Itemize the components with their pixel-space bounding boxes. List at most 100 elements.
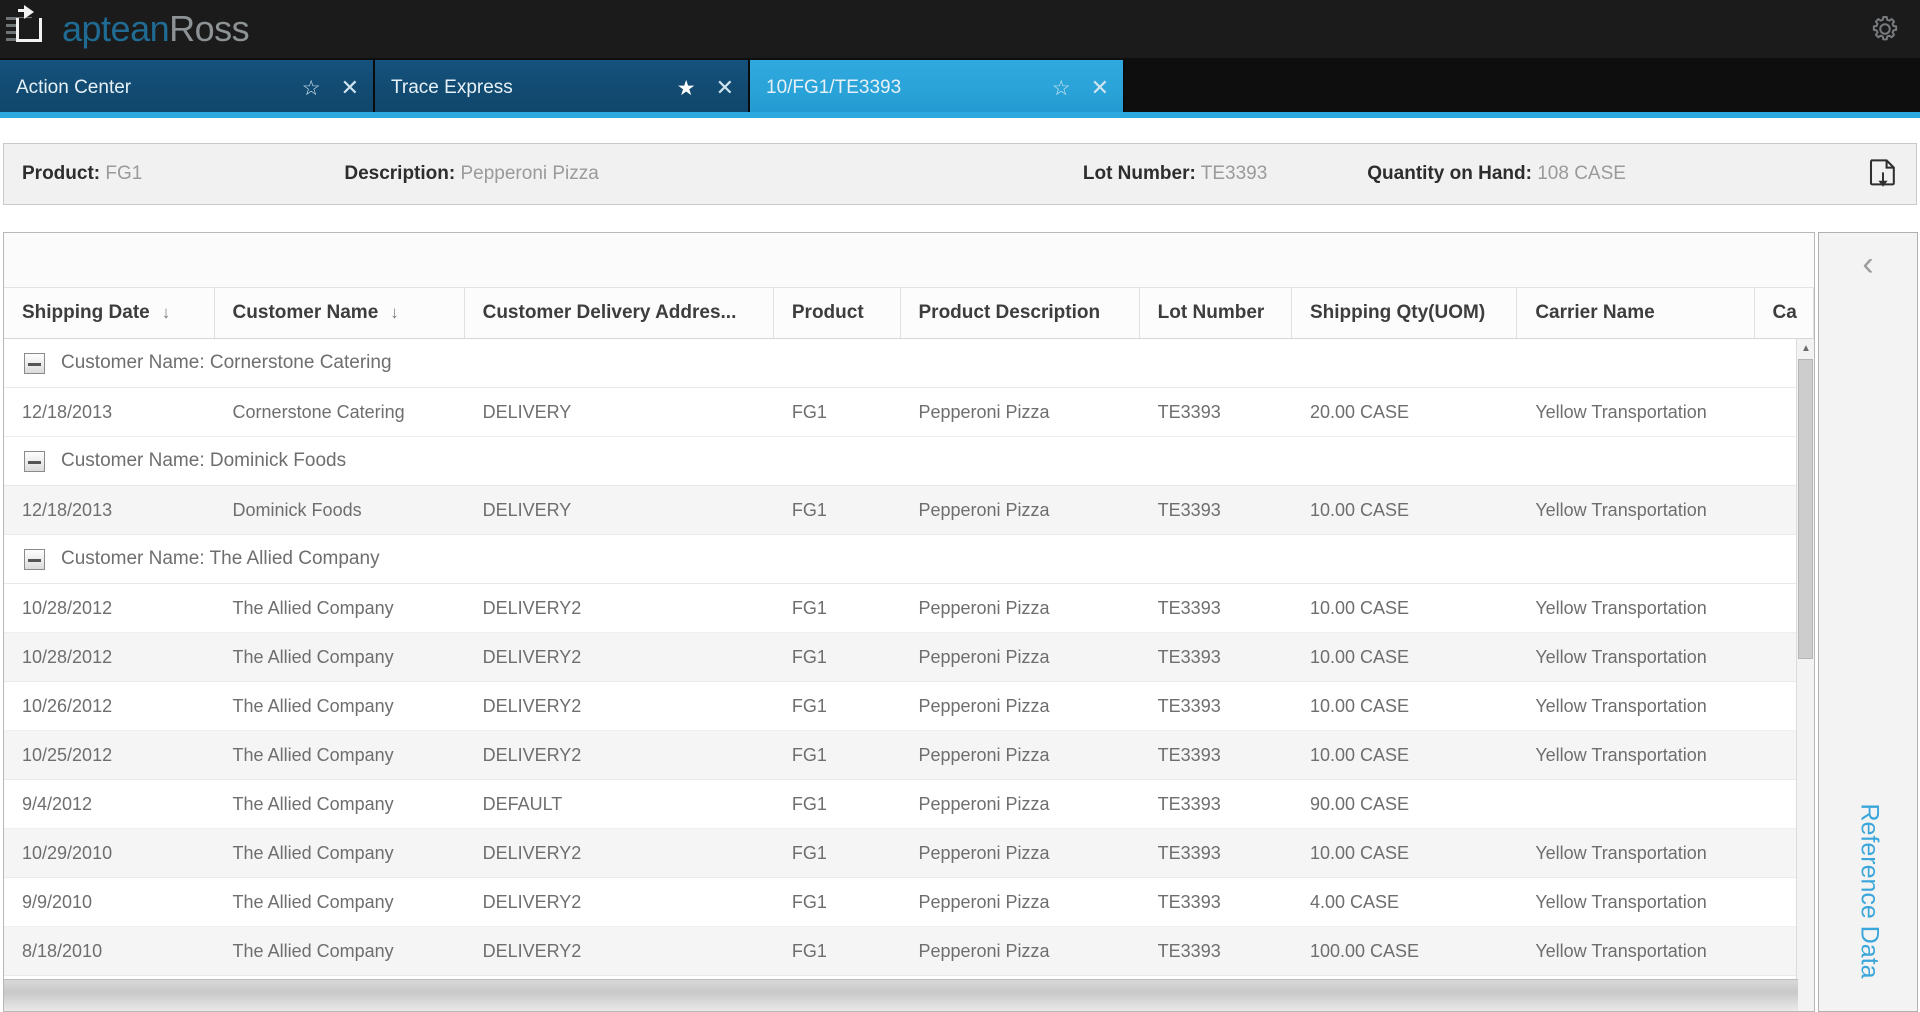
table-cell: DELIVERY2 [465, 731, 774, 779]
grid-vertical-scrollbar[interactable]: ▲ [1796, 339, 1814, 1011]
table-cell: 8/18/2010 [4, 927, 215, 975]
group-header-label: Customer Name: The Allied Company [61, 548, 380, 570]
table-row[interactable]: 9/9/2010The Allied CompanyDELIVERY2FG1Pe… [4, 878, 1814, 927]
table-row[interactable]: 10/25/2012The Allied CompanyDELIVERY2FG1… [4, 731, 1814, 780]
column-header-customer-delivery-address[interactable]: Customer Delivery Addres... [465, 288, 774, 338]
close-icon[interactable]: ✕ [341, 75, 359, 101]
grid-body: Customer Name: Cornerstone Catering 12/18… [4, 339, 1814, 1012]
description-label: Description: [344, 163, 455, 184]
group-header-row[interactable]: Customer Name: The Allied Company [4, 535, 1814, 584]
group-header-label: Customer Name: Cornerstone Catering [61, 352, 392, 374]
shipment-grid-panel: Shipping Date ↓ Customer Name ↓ Customer… [3, 232, 1815, 1012]
table-cell: Dominick Foods [215, 486, 465, 534]
table-cell: 100.00 CASE [1292, 927, 1517, 975]
column-header-customer-name[interactable]: Customer Name ↓ [215, 288, 465, 338]
lot-number-value: TE3393 [1201, 163, 1268, 184]
gear-icon[interactable] [1864, 8, 1906, 50]
star-icon[interactable]: ☆ [1052, 76, 1071, 101]
table-cell: Cornerstone Catering [215, 388, 465, 436]
table-cell: Pepperoni Pizza [900, 584, 1139, 632]
scrollbar-thumb[interactable] [1798, 359, 1813, 659]
lot-number-info: Lot Number: TE3393 [1083, 163, 1267, 185]
table-cell: 10/25/2012 [4, 731, 215, 779]
tab-action-center[interactable]: Action Center ☆ ✕ [0, 60, 375, 116]
star-icon[interactable]: ☆ [302, 76, 321, 101]
quantity-on-hand-value: 108 CASE [1537, 163, 1626, 184]
quantity-on-hand-label: Quantity on Hand: [1367, 163, 1532, 184]
table-cell: Pepperoni Pizza [900, 878, 1139, 926]
table-row[interactable]: 10/26/2012The Allied CompanyDELIVERY2FG1… [4, 682, 1814, 731]
table-cell: The Allied Company [215, 584, 465, 632]
table-cell: FG1 [774, 731, 901, 779]
collapse-group-icon[interactable] [24, 549, 45, 570]
table-cell: 10.00 CASE [1292, 486, 1517, 534]
column-header-shipping-qty[interactable]: Shipping Qty(UOM) [1292, 288, 1517, 338]
tab-label: Trace Express [391, 77, 633, 99]
column-header-label: Customer Name [233, 302, 379, 324]
group-header-row[interactable]: Customer Name: Cornerstone Catering [4, 339, 1814, 388]
close-icon[interactable]: ✕ [716, 75, 734, 101]
close-icon[interactable]: ✕ [1091, 75, 1109, 101]
reference-data-label[interactable]: Reference Data [1855, 803, 1884, 978]
table-row[interactable]: 8/18/2010The Allied CompanyDELIVERY2FG1P… [4, 927, 1814, 976]
collapse-group-icon[interactable] [24, 353, 45, 374]
table-cell: Yellow Transportation [1517, 731, 1754, 779]
scroll-up-icon[interactable]: ▲ [1797, 339, 1815, 357]
table-cell: 10/28/2012 [4, 584, 215, 632]
table-cell: 10/29/2010 [4, 829, 215, 877]
quantity-on-hand-info: Quantity on Hand: 108 CASE [1367, 163, 1626, 185]
table-cell: FG1 [774, 682, 901, 730]
table-cell: 12/18/2013 [4, 486, 215, 534]
table-row[interactable]: 12/18/2013Dominick FoodsDELIVERYFG1Peppe… [4, 486, 1814, 535]
table-row[interactable]: 10/29/2010The Allied CompanyDELIVERY2FG1… [4, 829, 1814, 878]
sort-descending-icon[interactable]: ↓ [390, 303, 399, 323]
table-cell: DELIVERY2 [465, 927, 774, 975]
column-header-label: Carrier Name [1535, 302, 1654, 324]
table-cell: TE3393 [1140, 584, 1292, 632]
chevron-left-icon[interactable]: ‹ [1862, 247, 1873, 281]
table-cell: Yellow Transportation [1517, 633, 1754, 681]
column-header-label: Ca [1773, 302, 1797, 324]
table-cell: The Allied Company [215, 878, 465, 926]
table-row[interactable]: 10/28/2012The Allied CompanyDELIVERY2FG1… [4, 584, 1814, 633]
tab-strip: Action Center ☆ ✕ Trace Express ★ ✕ 10/F… [0, 58, 1920, 116]
column-header-carrier-truncated[interactable]: Ca [1755, 288, 1814, 338]
table-cell: Yellow Transportation [1517, 682, 1754, 730]
table-cell: FG1 [774, 388, 901, 436]
star-filled-icon[interactable]: ★ [677, 76, 696, 101]
export-document-icon[interactable] [1866, 158, 1900, 194]
table-cell: FG1 [774, 486, 901, 534]
collapse-group-icon[interactable] [24, 451, 45, 472]
tab-strip-filler [1125, 60, 1920, 116]
table-cell: The Allied Company [215, 780, 465, 828]
accent-underline [0, 112, 1920, 118]
table-cell: Yellow Transportation [1517, 829, 1754, 877]
table-cell: Yellow Transportation [1517, 878, 1754, 926]
table-cell: FG1 [774, 829, 901, 877]
table-row[interactable]: 10/28/2012The Allied CompanyDELIVERY2FG1… [4, 633, 1814, 682]
grid-toolbar [4, 233, 1814, 288]
export-arrow-icon [16, 18, 42, 42]
table-cell: 10.00 CASE [1292, 829, 1517, 877]
column-header-label: Product Description [919, 302, 1101, 324]
tab-lot-detail[interactable]: 10/FG1/TE3393 ☆ ✕ [750, 60, 1125, 116]
column-header-shipping-date[interactable]: Shipping Date ↓ [4, 288, 215, 338]
column-header-product[interactable]: Product [774, 288, 901, 338]
table-cell: FG1 [774, 927, 901, 975]
description-info: Description: Pepperoni Pizza [344, 163, 599, 185]
grid-partial-row [4, 979, 1798, 1011]
table-cell: 9/4/2012 [4, 780, 215, 828]
tab-trace-express[interactable]: Trace Express ★ ✕ [375, 60, 750, 116]
column-header-lot-number[interactable]: Lot Number [1140, 288, 1292, 338]
column-header-carrier-name[interactable]: Carrier Name [1517, 288, 1754, 338]
table-cell: DELIVERY2 [465, 633, 774, 681]
table-row[interactable]: 12/18/2013Cornerstone CateringDELIVERYFG… [4, 388, 1814, 437]
table-row[interactable]: 9/4/2012The Allied CompanyDEFAULTFG1Pepp… [4, 780, 1814, 829]
table-cell: Pepperoni Pizza [900, 829, 1139, 877]
hamburger-export-icon[interactable] [6, 14, 36, 44]
column-header-product-description[interactable]: Product Description [901, 288, 1140, 338]
brand-secondary-text: Ross [169, 8, 249, 49]
table-cell: 9/9/2010 [4, 878, 215, 926]
group-header-row[interactable]: Customer Name: Dominick Foods [4, 437, 1814, 486]
sort-descending-icon[interactable]: ↓ [162, 303, 171, 323]
